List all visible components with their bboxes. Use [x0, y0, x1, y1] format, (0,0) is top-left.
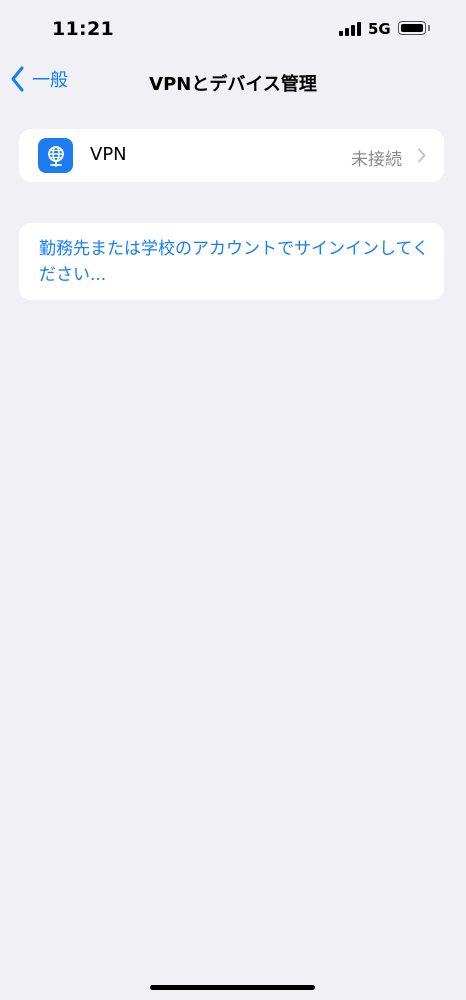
- signal-strength-icon: [339, 22, 363, 36]
- battery-cap: [428, 25, 430, 31]
- vpn-label: VPN: [90, 144, 127, 165]
- vpn-status: 未接続: [351, 150, 402, 170]
- chevron-right-icon: [418, 148, 426, 163]
- navigation-bar: 一般 VPNとデバイス管理: [0, 62, 466, 102]
- signin-link[interactable]: 勤務先または学校のアカウントでサインインしてください...: [39, 236, 429, 288]
- network-type: 5G: [368, 20, 391, 38]
- home-indicator[interactable]: [150, 985, 315, 990]
- status-bar: 11:21 5G: [0, 0, 466, 62]
- vpn-row[interactable]: VPN 未接続: [19, 129, 444, 182]
- signin-card: 勤務先または学校のアカウントでサインインしてください...: [19, 223, 444, 300]
- status-time: 11:21: [52, 18, 114, 40]
- battery-icon: [398, 21, 426, 35]
- vpn-card: VPN 未接続: [19, 129, 444, 182]
- globe-network-icon: [38, 138, 73, 173]
- page-title: VPNとデバイス管理: [149, 74, 317, 95]
